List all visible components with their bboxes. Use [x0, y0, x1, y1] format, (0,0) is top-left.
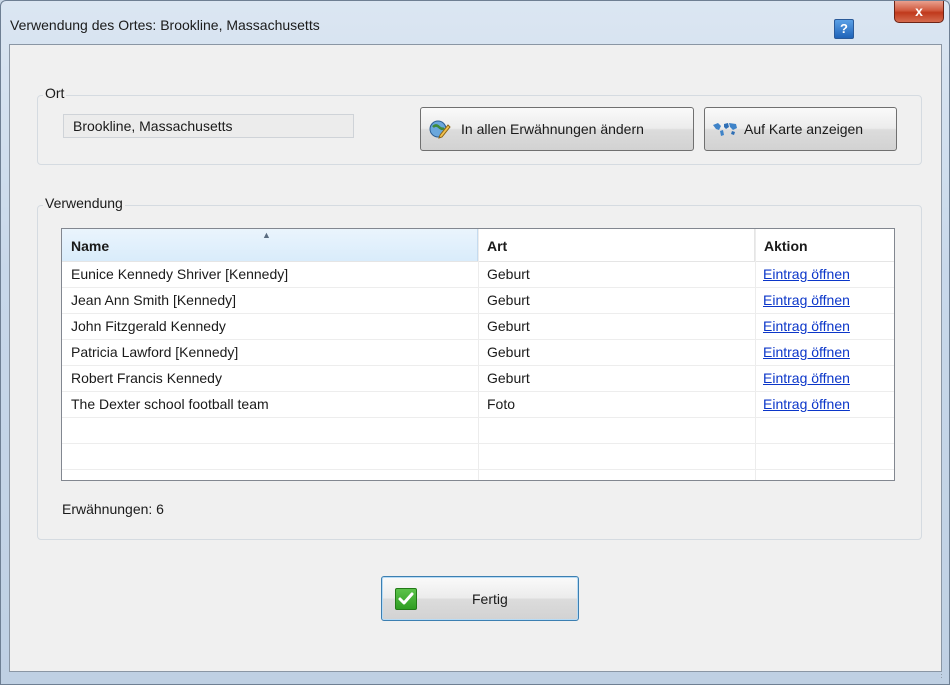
- row-type: Foto: [487, 396, 516, 412]
- row-type: Geburt: [487, 318, 530, 334]
- table-row[interactable]: Jean Ann Smith [Kennedy] Geburt Eintrag …: [62, 287, 894, 314]
- table-row[interactable]: Robert Francis Kennedy Geburt Eintrag öf…: [62, 365, 894, 392]
- column-header-art[interactable]: Art: [478, 229, 755, 261]
- usage-table: ▲ Name Art Aktion Eunice Kennedy Shriver…: [61, 228, 895, 481]
- open-entry-link[interactable]: Eintrag öffnen: [763, 287, 850, 313]
- usage-group-label: Verwendung: [43, 195, 125, 211]
- done-button-label: Fertig: [472, 591, 508, 607]
- row-name: Jean Ann Smith [Kennedy]: [71, 292, 236, 308]
- show-on-map-label: Auf Karte anzeigen: [744, 121, 864, 137]
- done-button[interactable]: Fertig: [381, 576, 579, 621]
- help-button[interactable]: ?: [834, 19, 854, 39]
- show-on-map-button[interactable]: Auf Karte anzeigen: [704, 107, 897, 151]
- mentions-count: Erwähnungen: 6: [62, 501, 164, 517]
- close-icon: x: [915, 3, 923, 19]
- table-row[interactable]: John Fitzgerald Kennedy Geburt Eintrag ö…: [62, 313, 894, 340]
- open-entry-link[interactable]: Eintrag öffnen: [763, 313, 850, 339]
- column-header-name[interactable]: ▲ Name: [62, 229, 478, 261]
- ort-group-label: Ort: [43, 85, 67, 101]
- column-header-name-label: Name: [71, 238, 110, 254]
- row-name: The Dexter school football team: [71, 396, 269, 412]
- table-row[interactable]: Patricia Lawford [Kennedy] Geburt Eintra…: [62, 339, 894, 366]
- change-all-mentions-button[interactable]: In allen Erwähnungen ändern: [420, 107, 694, 151]
- table-row[interactable]: Eunice Kennedy Shriver [Kennedy] Geburt …: [62, 261, 894, 288]
- world-map-icon: [712, 121, 738, 137]
- dialog-window: Verwendung des Ortes: Brookline, Massach…: [0, 0, 950, 685]
- row-type: Geburt: [487, 370, 530, 386]
- row-name: John Fitzgerald Kennedy: [71, 318, 226, 334]
- resize-grip-icon[interactable]: ⋮⋮: [937, 669, 950, 680]
- checkmark-icon: [395, 588, 417, 610]
- row-type: Geburt: [487, 292, 530, 308]
- table-row[interactable]: The Dexter school football team Foto Ein…: [62, 391, 894, 418]
- column-header-art-label: Art: [487, 238, 508, 254]
- dialog-content: Ort Brookline, Massachusetts In allen Er…: [9, 44, 942, 672]
- column-header-aktion[interactable]: Aktion: [755, 229, 894, 261]
- title-bar[interactable]: Verwendung des Ortes: Brookline, Massach…: [1, 1, 949, 45]
- column-header-aktion-label: Aktion: [764, 238, 808, 254]
- help-icon: ?: [840, 21, 848, 36]
- row-name: Eunice Kennedy Shriver [Kennedy]: [71, 266, 289, 282]
- open-entry-link[interactable]: Eintrag öffnen: [763, 261, 850, 287]
- open-entry-link[interactable]: Eintrag öffnen: [763, 365, 850, 391]
- row-name: Robert Francis Kennedy: [71, 370, 222, 386]
- open-entry-link[interactable]: Eintrag öffnen: [763, 391, 850, 417]
- change-all-mentions-label: In allen Erwähnungen ändern: [461, 121, 644, 137]
- edit-place-icon: [429, 119, 451, 139]
- open-entry-link[interactable]: Eintrag öffnen: [763, 339, 850, 365]
- close-button[interactable]: x: [894, 1, 944, 23]
- table-row-empty: [62, 417, 894, 444]
- sort-ascending-icon: ▲: [262, 230, 271, 240]
- row-name: Patricia Lawford [Kennedy]: [71, 344, 239, 360]
- row-type: Geburt: [487, 266, 530, 282]
- place-name-field[interactable]: Brookline, Massachusetts: [63, 114, 354, 138]
- table-row-empty: [62, 443, 894, 470]
- window-title: Verwendung des Ortes: Brookline, Massach…: [10, 17, 320, 33]
- row-type: Geburt: [487, 344, 530, 360]
